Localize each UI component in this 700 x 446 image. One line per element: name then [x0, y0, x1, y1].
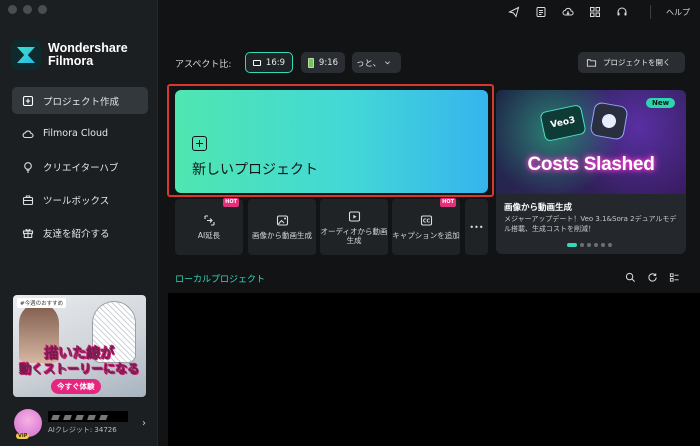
audio-to-video-icon — [348, 210, 360, 222]
tool-more-button[interactable]: ••• — [465, 199, 488, 255]
carousel-dot[interactable] — [580, 243, 584, 247]
aspect-option-label: 9:16 — [318, 57, 338, 68]
aspect-more-dropdown[interactable]: っと、 — [352, 52, 401, 73]
hot-badge: HOT — [440, 198, 456, 207]
toolbox-icon — [22, 194, 34, 205]
tool-add-captions[interactable]: HOT CC キャプションを追加 — [392, 198, 460, 255]
sidebar-item-filmora-cloud[interactable]: Filmora Cloud — [12, 120, 148, 147]
sidebar-nav: プロジェクト作成 Filmora Cloud クリエイターハブ ツールボックス … — [12, 87, 148, 252]
feature-image-caption: Costs Slashed — [527, 154, 655, 175]
veo-logo: Veo3 — [539, 103, 587, 143]
zoom-window-button[interactable] — [38, 5, 47, 14]
chevron-down-icon — [385, 61, 391, 65]
tool-label: AI延長 — [197, 231, 221, 240]
membership-badges — [51, 415, 108, 420]
help-menu[interactable]: ヘルプ — [666, 7, 690, 18]
tool-ai-extend[interactable]: HOT AI延長 — [175, 198, 243, 255]
carousel-dots — [567, 243, 612, 247]
sidebar-item-label: クリエイターハブ — [43, 162, 119, 174]
send-icon[interactable] — [508, 6, 520, 18]
sidebar-item-refer-friend[interactable]: 友達を紹介する — [12, 219, 148, 246]
local-projects-toolbar — [625, 272, 680, 283]
user-account[interactable]: VIP AIクレジット: 34726 › — [14, 405, 146, 441]
cloud-download-icon[interactable] — [562, 6, 574, 18]
sidebar-item-label: ツールボックス — [43, 195, 110, 207]
sidebar-item-label: プロジェクト作成 — [43, 96, 120, 108]
username-redacted — [48, 411, 128, 422]
chevron-right-icon[interactable]: › — [142, 418, 146, 429]
promo-subheadline: 動くストーリーになる — [19, 362, 140, 377]
open-project-button[interactable]: プロジェクトを開く — [578, 52, 685, 73]
aspect-option-label: っと、 — [356, 58, 382, 69]
tool-label: オーディオから動画生成 — [320, 226, 388, 245]
landscape-ratio-icon — [253, 59, 261, 66]
close-window-button[interactable] — [8, 5, 17, 14]
open-project-label: プロジェクトを開く — [603, 58, 671, 67]
document-icon[interactable] — [535, 6, 547, 18]
avatar[interactable]: VIP — [14, 409, 42, 439]
search-icon[interactable] — [625, 272, 636, 283]
carousel-dot[interactable] — [601, 243, 605, 247]
hot-badge: HOT — [223, 198, 239, 207]
feature-description: メジャーアップデート！Veo 3.1&Sora 2デュアルモデル搭載、生成コスト… — [504, 215, 677, 233]
sidebar-item-creator-hub[interactable]: クリエイターハブ — [12, 153, 148, 180]
tool-label: 画像から動画生成 — [252, 231, 312, 240]
promo-cta-button[interactable]: 今すぐ体験 — [51, 379, 101, 394]
new-project-title: 新しいプロジェクト — [192, 162, 318, 178]
topbar-toolbar — [508, 6, 628, 18]
ai-extend-icon — [203, 215, 215, 226]
minimize-window-button[interactable] — [23, 5, 32, 14]
cloud-icon — [22, 130, 34, 138]
sora-logo-icon — [589, 101, 629, 141]
sidebar-item-label: 友達を紹介する — [43, 228, 110, 240]
ai-credits: AIクレジット: 34726 — [48, 426, 117, 434]
tool-audio-to-video[interactable]: オーディオから動画生成 — [320, 199, 388, 255]
lightbulb-icon — [24, 161, 32, 173]
carousel-dot[interactable] — [608, 243, 612, 247]
caption-icon: CC — [420, 215, 432, 226]
window-controls — [8, 5, 47, 14]
list-view-icon[interactable] — [669, 272, 680, 283]
new-project-icon — [22, 95, 34, 106]
portrait-ratio-icon — [308, 57, 314, 68]
plus-icon — [192, 136, 207, 151]
image-to-video-icon — [276, 215, 288, 226]
sidebar-item-create-project[interactable]: プロジェクト作成 — [12, 87, 148, 114]
headset-icon[interactable] — [616, 6, 628, 18]
more-icon: ••• — [469, 222, 484, 232]
sidebar-item-label: Filmora Cloud — [43, 128, 109, 139]
grid-icon[interactable] — [589, 6, 601, 18]
promo-banner[interactable]: #今週のおすすめ 描いた線が 動くストーリーになる 今すぐ体験 — [13, 295, 146, 397]
local-projects-area — [168, 293, 700, 446]
carousel-dot[interactable] — [587, 243, 591, 247]
brand-line2: Filmora — [48, 54, 94, 68]
refresh-icon[interactable] — [647, 272, 658, 283]
brand: Wondershare Filmora — [11, 40, 128, 70]
tool-image-to-video[interactable]: 画像から動画生成 — [248, 199, 316, 255]
vip-badge: VIP — [16, 433, 30, 439]
local-projects-title: ローカルプロジェクト — [175, 275, 266, 285]
filmora-logo-icon — [11, 40, 41, 70]
aspect-16-9-button[interactable]: 16:9 — [245, 52, 293, 73]
sidebar: Wondershare Filmora プロジェクト作成 Filmora Clo… — [0, 0, 158, 446]
carousel-dot[interactable] — [567, 243, 577, 247]
promo-tag: #今週のおすすめ — [17, 298, 67, 308]
aspect-ratio-label: アスペクト比: — [175, 60, 232, 70]
aspect-option-label: 16:9 — [265, 57, 285, 68]
folder-icon — [586, 59, 597, 67]
sidebar-item-toolbox[interactable]: ツールボックス — [12, 186, 148, 213]
tool-label: キャプションを追加 — [392, 231, 460, 240]
svg-text:CC: CC — [422, 219, 430, 225]
new-badge: New — [646, 98, 676, 108]
topbar-divider — [650, 5, 651, 19]
aspect-9-16-button[interactable]: 9:16 — [301, 52, 345, 73]
feature-card[interactable]: Veo3 Costs Slashed 画像から動画生成 メジャーアップデート！V… — [496, 90, 686, 254]
carousel-dot[interactable] — [594, 243, 598, 247]
gift-icon — [22, 228, 34, 238]
feature-title: 画像から動画生成 — [504, 203, 573, 213]
